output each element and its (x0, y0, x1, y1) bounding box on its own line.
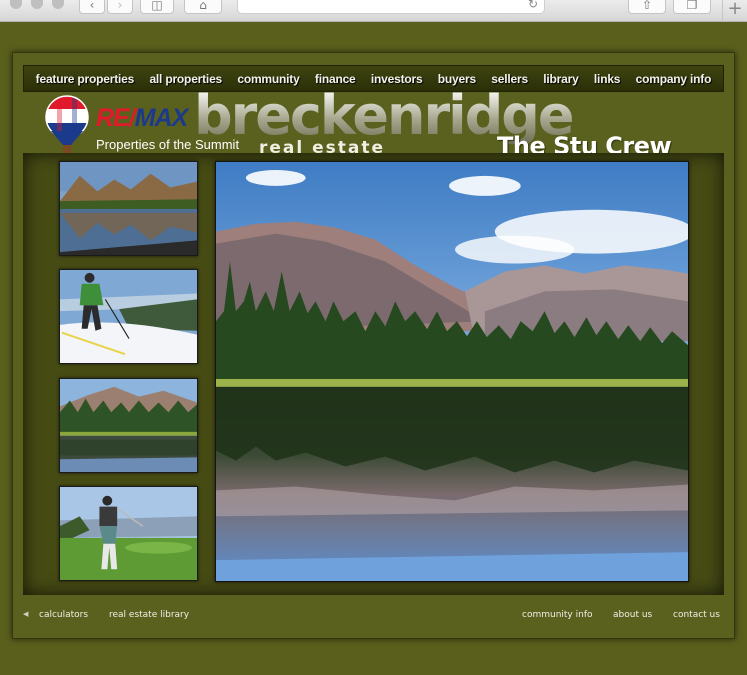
photo-gallery (23, 153, 724, 595)
footer-about-us-link[interactable]: about us (613, 610, 652, 620)
chevron-left-icon[interactable]: ‹ (79, 0, 105, 14)
thumbnail-mountain-lake-photo[interactable] (59, 378, 198, 473)
thumbnail-lake-photo[interactable] (59, 161, 198, 256)
close-window-icon[interactable] (10, 0, 22, 9)
sidebar-icon[interactable]: ◫ (140, 0, 174, 14)
footer-calculators-link[interactable]: calculators (39, 610, 88, 620)
browser-toolbar: ‹ › ◫ ⌂ ↻ ⇧ ❐ + (0, 0, 747, 22)
footer-links: ◀ calculators real estate library commun… (23, 610, 724, 625)
zoom-window-icon[interactable] (52, 0, 64, 9)
thumbnail-golfer-photo[interactable] (59, 486, 198, 581)
tabs-icon[interactable]: ❐ (673, 0, 711, 14)
reload-icon[interactable]: ↻ (528, 0, 538, 11)
site-frame: feature properties all properties commun… (12, 52, 735, 639)
remax-max-text: MAX (134, 104, 189, 132)
minimize-window-icon[interactable] (31, 0, 43, 9)
featured-lake-photo (215, 161, 689, 582)
chevron-right-icon[interactable]: › (107, 0, 133, 14)
footer-community-info-link[interactable]: community info (522, 610, 593, 620)
share-icon[interactable]: ⇧ (628, 0, 666, 14)
thumbnail-skier-photo[interactable] (59, 269, 198, 364)
plus-icon[interactable]: + (722, 0, 747, 22)
remax-wordmark: RE/MAX (96, 104, 189, 132)
nav-company-info[interactable]: company info (636, 72, 712, 86)
triangle-left-icon: ◀ (23, 610, 29, 618)
footer-contact-us-link[interactable]: contact us (673, 610, 720, 620)
footer-real-estate-library-link[interactable]: real estate library (109, 610, 189, 620)
home-icon[interactable]: ⌂ (184, 0, 222, 14)
remax-re-text: RE (96, 104, 130, 132)
nav-feature-properties[interactable]: feature properties (36, 72, 135, 86)
remax-balloon-logo[interactable] (43, 95, 91, 157)
nav-links[interactable]: links (594, 72, 621, 86)
address-bar[interactable]: ↻ (237, 0, 545, 14)
